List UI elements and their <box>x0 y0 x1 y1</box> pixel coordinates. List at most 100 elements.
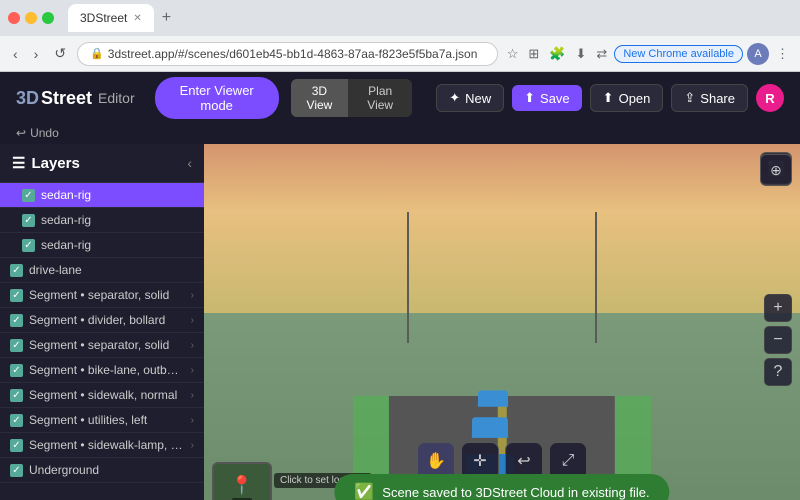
download-icon[interactable]: ⬇ <box>573 44 590 64</box>
extensions-icon[interactable]: ⊞ <box>525 44 542 64</box>
layer-checkbox[interactable]: ✓ <box>22 239 35 252</box>
layer-name: sedan-rig <box>41 238 194 252</box>
share-icon: ⇪ <box>684 90 695 106</box>
view-plan-button[interactable]: Plan View <box>348 79 412 117</box>
puzzle-icon[interactable]: 🧩 <box>546 44 568 64</box>
save-icon: ⬆ <box>524 90 535 106</box>
layer-checkbox[interactable]: ✓ <box>10 389 23 402</box>
new-tab-button[interactable]: + <box>158 9 175 27</box>
nav-actions: ☆ ⊞ 🧩 ⬇ ⇄ New Chrome available A ⋮ <box>504 43 792 65</box>
active-tab[interactable]: 3DStreet ✕ <box>68 4 154 32</box>
3d-view[interactable]: ⬛ ✋✛↩⤢ + − ? ⊕ 📍 test Click to set loca <box>204 144 800 500</box>
layer-checkbox[interactable]: ✓ <box>10 364 23 377</box>
help-button[interactable]: ? <box>764 358 792 386</box>
layer-checkbox[interactable]: ✓ <box>10 289 23 302</box>
layer-name: drive-lane <box>29 263 194 277</box>
layer-item[interactable]: ✓ Segment • sidewalk-lamp, left › <box>0 433 204 458</box>
layer-item[interactable]: ✓sedan-rig <box>0 183 204 208</box>
layer-checkbox[interactable]: ✓ <box>22 214 35 227</box>
zoom-out-button[interactable]: − <box>764 326 792 354</box>
layer-item[interactable]: ✓ Segment • separator, solid › <box>0 283 204 308</box>
layer-item[interactable]: ✓ Segment • divider, bollard › <box>0 308 204 333</box>
layer-checkbox[interactable]: ✓ <box>10 414 23 427</box>
layer-checkbox[interactable]: ✓ <box>10 439 23 452</box>
map-preview[interactable]: 📍 test <box>212 462 272 500</box>
layer-expand-icon[interactable]: › <box>191 440 194 451</box>
power-pole-1 <box>407 212 409 344</box>
minimize-button[interactable] <box>25 12 37 24</box>
url-text: 3dstreet.app/#/scenes/d601eb45-bb1d-4863… <box>108 47 478 61</box>
new-icon: ✦ <box>449 90 460 106</box>
layer-expand-icon[interactable]: › <box>191 340 194 351</box>
layer-name: Segment • bike-lane, outbound <box>29 363 185 377</box>
sidebar-collapse-button[interactable]: ‹ <box>187 155 192 171</box>
layer-item[interactable]: ✓ Segment • bike-lane, outbound › <box>0 358 204 383</box>
layer-name: Segment • divider, bollard <box>29 313 185 327</box>
layer-checkbox[interactable]: ✓ <box>10 264 23 277</box>
zoom-controls: + − ? <box>764 294 792 386</box>
open-icon: ⬆ <box>603 90 614 106</box>
new-label: New <box>465 91 491 106</box>
close-button[interactable] <box>8 12 20 24</box>
toast-message: Scene saved to 3DStreet Cloud in existin… <box>382 485 649 500</box>
layer-checkbox[interactable]: ✓ <box>22 189 35 202</box>
compass-icon[interactable]: ⊕ <box>760 154 792 186</box>
layer-name: Segment • separator, solid <box>29 288 185 302</box>
logo-editor: Editor <box>98 90 135 106</box>
layer-expand-icon[interactable]: › <box>191 415 194 426</box>
traffic-lights <box>8 12 54 24</box>
layer-expand-icon[interactable]: › <box>191 365 194 376</box>
layer-item[interactable]: ✓Segment • utilities, left› <box>0 408 204 433</box>
car-2 <box>472 417 508 437</box>
save-button[interactable]: ⬆ Save <box>512 85 582 111</box>
layer-item[interactable]: ✓ sedan-rig <box>0 233 204 258</box>
save-label: Save <box>540 91 570 106</box>
layers-icon: ☰ <box>12 154 25 172</box>
view-3d-button[interactable]: 3D View <box>291 79 348 117</box>
layer-item[interactable]: ✓ drive-lane <box>0 258 204 283</box>
user-avatar[interactable]: R <box>756 84 784 112</box>
layer-checkbox[interactable]: ✓ <box>10 464 23 477</box>
tab-title: 3DStreet <box>80 11 127 25</box>
layer-item[interactable]: ✓ Segment • separator, solid › <box>0 333 204 358</box>
maximize-button[interactable] <box>42 12 54 24</box>
open-button[interactable]: ⬆ Open <box>590 84 664 112</box>
toast-check-icon: ✅ <box>354 482 374 500</box>
layer-item[interactable]: ✓Segment • sidewalk, normal› <box>0 383 204 408</box>
bookmark-icon[interactable]: ☆ <box>504 44 522 64</box>
viewer-mode-button[interactable]: Enter Viewer mode <box>155 77 279 119</box>
browser-chrome: 3DStreet ✕ + <box>0 0 800 36</box>
layer-item[interactable]: ✓Underground <box>0 458 204 483</box>
address-bar[interactable]: 🔒 3dstreet.app/#/scenes/d601eb45-bb1d-48… <box>77 42 498 66</box>
layer-checkbox[interactable]: ✓ <box>10 339 23 352</box>
layer-item[interactable]: ✓sedan-rig <box>0 208 204 233</box>
undo-label: Undo <box>30 126 59 140</box>
layer-expand-icon[interactable]: › <box>191 315 194 326</box>
back-button[interactable]: ‹ <box>8 44 23 64</box>
forward-button[interactable]: › <box>29 44 44 64</box>
layer-checkbox[interactable]: ✓ <box>10 314 23 327</box>
sync-icon[interactable]: ⇄ <box>593 44 610 64</box>
layer-name: Segment • separator, solid <box>29 338 185 352</box>
profile-icon[interactable]: A <box>747 43 769 65</box>
menu-icon[interactable]: ⋮ <box>773 44 792 64</box>
layer-expand-icon[interactable]: › <box>191 390 194 401</box>
layer-expand-icon[interactable]: › <box>191 290 194 301</box>
undo-button[interactable]: ↩ Undo <box>16 126 59 140</box>
toolbar-actions: ✦ New ⬆ Save ⬆ Open ⇪ Share R <box>436 84 784 112</box>
layer-name: Segment • sidewalk-lamp, left <box>29 438 185 452</box>
new-button[interactable]: ✦ New <box>436 84 504 112</box>
refresh-button[interactable]: ↺ <box>49 43 71 64</box>
open-label: Open <box>619 91 651 106</box>
undo-row: ↩ Undo <box>0 124 800 144</box>
layers-list: ✓sedan-rig✓sedan-rig✓sedan-rig✓drive-lan… <box>0 183 204 483</box>
chrome-update-banner[interactable]: New Chrome available <box>614 45 743 63</box>
app-toolbar: 3D Street Editor Enter Viewer mode 3D Vi… <box>0 72 800 124</box>
share-button[interactable]: ⇪ Share <box>671 84 748 112</box>
toast-notification: ✅ Scene saved to 3DStreet Cloud in exist… <box>334 474 669 500</box>
tab-close-icon[interactable]: ✕ <box>133 13 141 24</box>
sidebar: ☰ Layers ‹ ✓sedan-rig✓sedan-rig✓sedan-ri… <box>0 144 204 500</box>
zoom-in-button[interactable]: + <box>764 294 792 322</box>
view-toggle: 3D View Plan View <box>291 79 413 117</box>
logo-street: Street <box>41 88 92 109</box>
